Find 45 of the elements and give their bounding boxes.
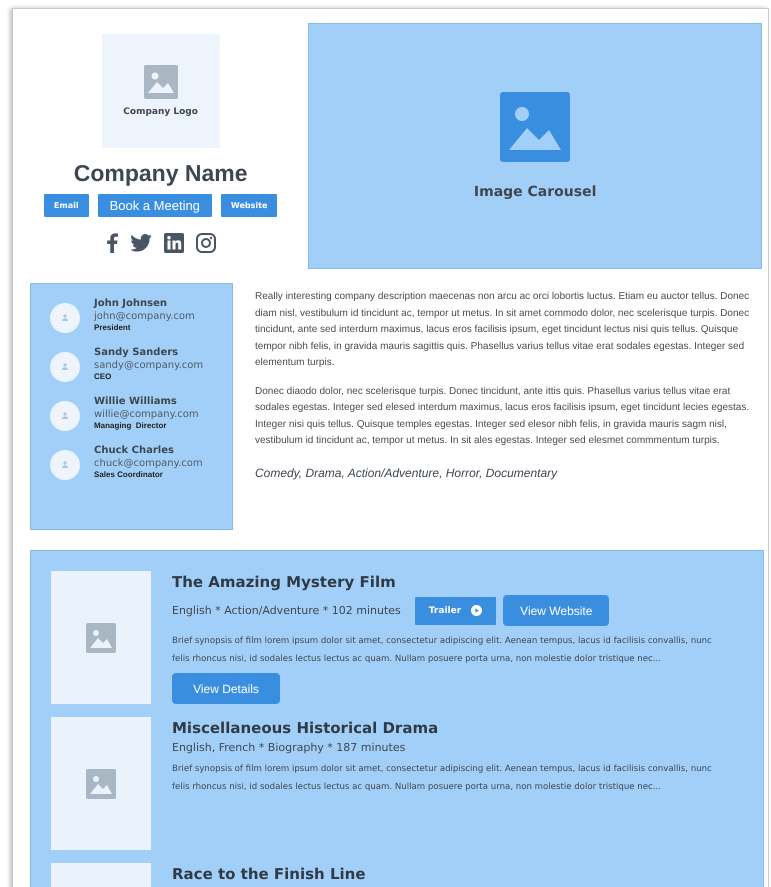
contact-button[interactable]: Website bbox=[220, 194, 278, 217]
avatar-icon bbox=[50, 303, 80, 333]
film-details: English, French * Biography * 187 minutes bbox=[172, 741, 406, 754]
facebook-icon[interactable] bbox=[106, 233, 118, 253]
company-name: Company Name bbox=[74, 160, 248, 187]
member-role: President bbox=[94, 323, 132, 332]
member-name: Sandy Sanders bbox=[94, 347, 180, 358]
instagram-icon[interactable] bbox=[196, 233, 216, 253]
image-carousel[interactable]: Image Carousel bbox=[308, 23, 762, 269]
avatar-icon bbox=[50, 401, 80, 431]
contact-button[interactable]: Book a Meeting bbox=[98, 194, 212, 217]
member-name: Willie Williams bbox=[94, 396, 178, 407]
avatar-icon bbox=[50, 352, 80, 382]
member-email: chuck@company.com bbox=[94, 458, 203, 469]
member-name: Chuck Charles bbox=[94, 445, 175, 456]
film-synopsis: Brief synopsis of film lorem ipsum dolor sit amet, consectetur adipiscing elit. Aenean tempus, lacus id facilisis convallis, nunc felis rhoncus nisi, id sodales lectus lectus ac quam. Nullam posuere porta urna, non molestie dolor tristique nec... bbox=[172, 763, 713, 794]
member-email: sandy@company.com bbox=[94, 360, 204, 371]
film-synopsis: Brief synopsis of film lorem ipsum dolor sit amet, consectetur adipiscing elit. Aenean tempus, lacus id facilisis convallis, nunc felis rhoncus nisi, id sodales lectus lectus ac quam. Nullam posuere porta urna, non molestie dolor tristique nec... bbox=[172, 635, 713, 666]
view-website-button[interactable]: View Website bbox=[503, 595, 610, 626]
film-details: English * Action/Adventure * 102 minutes bbox=[172, 604, 401, 617]
film-title: Race to the Finish Line bbox=[172, 865, 366, 883]
member-email: john@company.com bbox=[94, 311, 195, 322]
carousel-label: Image Carousel bbox=[474, 184, 596, 200]
image-icon bbox=[86, 768, 116, 798]
film-title: Miscellaneous Historical Drama bbox=[172, 719, 438, 737]
member-role: Managing Director bbox=[94, 421, 168, 430]
film-title: The Amazing Mystery Film bbox=[172, 573, 396, 591]
genre-list: Comedy, Drama, Action/Adventure, Horror, Documentary bbox=[255, 466, 558, 480]
member-role: CEO bbox=[94, 372, 112, 381]
contact-button[interactable]: Email bbox=[44, 194, 89, 217]
image-icon bbox=[144, 65, 178, 99]
linkedin-icon[interactable] bbox=[164, 233, 184, 253]
play-icon bbox=[471, 605, 482, 616]
view-details-button[interactable]: View Details bbox=[172, 673, 280, 704]
twitter-icon[interactable] bbox=[130, 234, 152, 252]
logo-label: Company Logo bbox=[123, 107, 198, 117]
member-name: John Johnsen bbox=[94, 298, 168, 309]
member-role: Sales Coordinator bbox=[94, 470, 164, 479]
trailer-button[interactable]: Trailer bbox=[414, 596, 496, 624]
image-icon bbox=[86, 622, 116, 652]
avatar-icon bbox=[50, 450, 80, 480]
description-paragraph: Donec diaodo dolor, nec scelerisque turpis. Donec tincidunt, ante ittis quis. Phasellus varius tellus vitae erat sodales egestas. Integer sed elesed interdum maximus, lacus eros facilisis ipsum, eget tincidunt lecies egestas. Integer nisi quis tellus. Quisque temples egestas. Integer sed elesor nibh felis, in gravida mauris sagm nisl, vestibulum id tincidunt ac, tempor ut metus. In sit ales egestas. Integer sed elesmet commmentum turpis. bbox=[255, 384, 750, 448]
member-email: willie@company.com bbox=[94, 409, 199, 420]
image-icon bbox=[500, 92, 570, 162]
description-paragraph: Really interesting company description maecenas non arcu ac orci lobortis luctus. Etiam eu auctor tellus. Donec diam nisl, vestibulum id tincidunt ac, tempor ut metus. In sit amet commodo dolor, nec scelerisque turpis. Donec tincidunt, ante sed interdum maximus, lacus eros facilisis ipsum, eget tincidunt lectus nisi quis tellus. Quisque tempor nibh felis, in gravida mauris sagittis quis. Phasellus varius tellus vitae erat sodales egestas. Integer sed elementum turpis. bbox=[255, 290, 750, 370]
